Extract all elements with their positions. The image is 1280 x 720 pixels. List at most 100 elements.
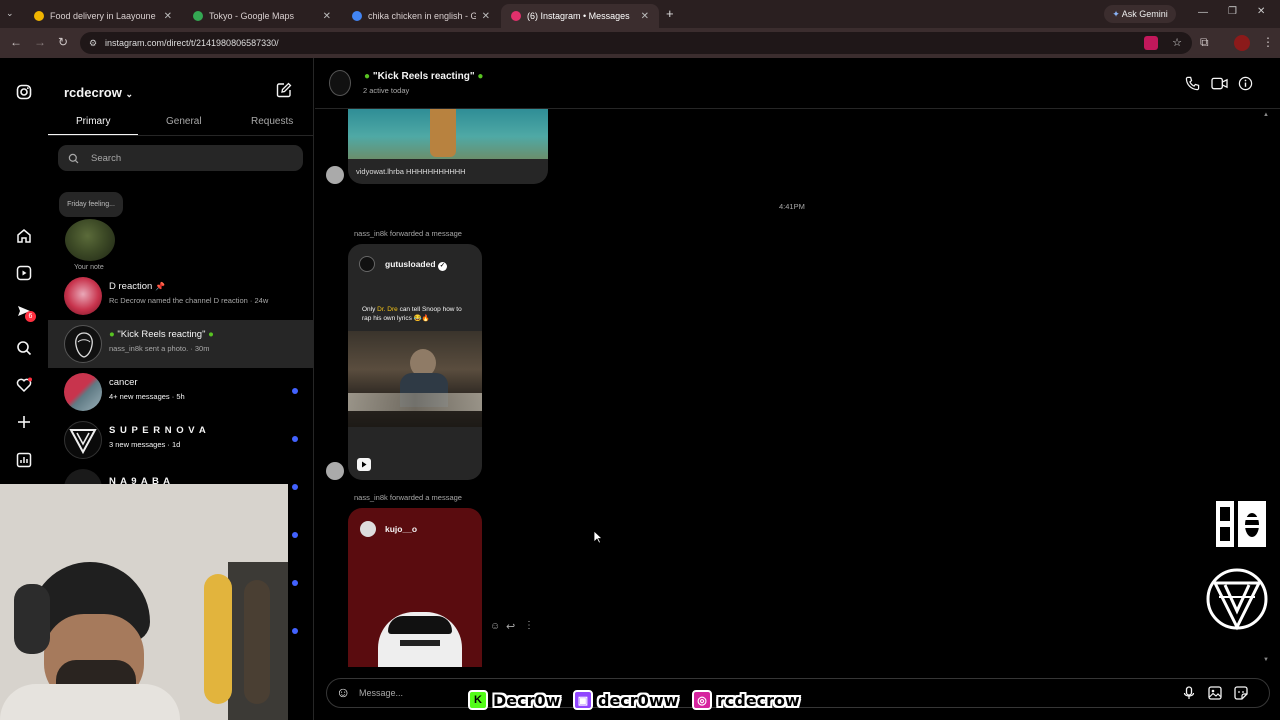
supernova-logo-watermark [1205,563,1269,635]
thread-title[interactable]: ● "Kick Reels reacting" ● [364,71,483,82]
avatar [64,373,102,411]
favicon-icon [193,11,203,21]
post-text: Only Dr. Dre can tell Snoop how to rap h… [362,306,462,322]
close-icon[interactable]: ✕ [641,11,649,22]
conversation-item[interactable]: S U P E R N O V A 3 new messages · 1d [48,416,314,464]
author-avatar [360,521,376,537]
ask-gemini-label: Ask Gemini [1121,9,1168,19]
messenger-icon[interactable]: 6 [15,303,36,323]
tab-primary[interactable]: Primary [76,116,110,127]
sender-avatar[interactable] [326,462,344,480]
post-thumbnail [348,109,548,159]
notification-badge: 6 [25,311,36,322]
message-thread: ● "Kick Reels reacting" ● 2 active today… [315,58,1280,720]
headphones [14,584,50,654]
account-username: rcdecrow [64,85,122,100]
tab-search-icon[interactable]: ⌄ [6,8,14,19]
conversation-item[interactable]: cancer 4+ new messages · 5h [48,368,314,416]
browser-toolbar: ← → ↻ ⚙ instagram.com/direct/t/214198080… [0,28,1280,58]
conversation-item[interactable]: D reaction 📌 Rc Decrow named the channel… [48,272,314,320]
account-switcher[interactable]: rcdecrow ⌄ [64,85,133,100]
close-icon[interactable]: ✕ [482,11,490,22]
react-emoji-icon[interactable]: ☺ [490,621,500,632]
close-icon[interactable]: ✕ [164,11,172,22]
scroll-down-icon[interactable]: ▼ [1263,657,1269,663]
window-close-icon[interactable]: ✕ [1257,6,1265,17]
reply-icon[interactable]: ↩ [506,620,515,633]
browser-tab-active[interactable]: (6) Instagram • Messages ✕ [501,4,659,28]
home-icon[interactable] [15,228,33,248]
browser-tab[interactable]: Food delivery in Laayoune | Glo ✕ [24,4,182,28]
maximize-icon[interactable]: ❐ [1228,6,1237,17]
scroll-up-icon[interactable]: ▲ [1263,112,1269,118]
reels-icon[interactable] [15,265,33,285]
verified-badge-icon: ✓ [437,262,447,271]
kick-logo-icon: K [468,690,488,710]
figure-cap [388,616,452,634]
compose-icon[interactable] [276,82,292,103]
browser-tab[interactable]: Tokyo - Google Maps ✕ [183,4,341,28]
dashboard-icon[interactable] [15,452,33,472]
message-timestamp: 4:41PM [779,202,805,211]
image-upload-icon[interactable] [1208,686,1222,705]
author-avatar [359,256,375,272]
microphone-icon[interactable] [1183,686,1195,705]
group-avatar[interactable] [329,70,351,96]
forward-icon[interactable]: → [34,35,46,49]
figure-shade [400,640,440,646]
profile-avatar[interactable] [1234,35,1250,51]
sender-avatar[interactable] [326,166,344,184]
address-bar[interactable]: ⚙ instagram.com/direct/t/214198080658733… [80,32,1192,54]
extension-icon[interactable] [1144,36,1158,50]
create-plus-icon[interactable] [15,414,33,434]
sticker-icon[interactable] [1234,686,1248,705]
search-icon[interactable] [15,340,33,360]
tab-requests[interactable]: Requests [251,116,293,127]
forwarded-reel-card[interactable]: gutusloaded ✓ Only Dr. Dre can tell Snoo… [348,244,482,480]
instagram-logo-icon[interactable] [15,84,33,104]
unread-dot [292,484,298,490]
forwarded-reel-card[interactable]: kujo__o [348,508,482,667]
post-author[interactable]: gutusloaded ✓ [385,259,447,271]
reel-play-icon [357,458,371,471]
info-icon[interactable] [1238,76,1253,96]
conversation-preview: 4+ new messages · 5h [109,392,185,401]
message-input[interactable]: Message... [359,688,403,698]
post-figure [378,612,462,667]
search-input[interactable]: Search [58,145,303,171]
bookmark-star-icon[interactable]: ☆ [1172,32,1182,54]
post-figure [430,109,456,157]
ask-gemini-button[interactable]: ✦ Ask Gemini [1104,5,1176,23]
green-dot-icon: ● [208,329,214,340]
reload-icon[interactable]: ↻ [58,35,68,49]
green-dot-icon: ● [477,71,484,82]
bee-logo-watermark [1214,499,1268,551]
post-author[interactable]: kujo__o [385,524,417,534]
emoji-icon[interactable]: ☺ [336,684,350,700]
site-info-icon[interactable]: ⚙ [89,32,97,54]
tab-general[interactable]: General [166,116,202,127]
note-bubble[interactable]: Friday feeling... [59,192,123,217]
browser-tab[interactable]: chika chicken in english - Goog ✕ [342,4,500,28]
extensions-puzzle-icon[interactable]: ⧉ [1200,35,1209,50]
new-tab-icon[interactable]: + [666,6,674,21]
note-avatar[interactable] [65,219,115,261]
minimize-icon[interactable]: — [1198,7,1208,18]
conversation-item-selected[interactable]: ● "Kick Reels reacting" ● nass_in8k sent… [48,320,314,368]
phone-icon[interactable] [1185,76,1200,96]
more-options-icon[interactable]: ⋮ [524,620,534,631]
shared-post-card[interactable]: vidyowat.lhrba HHHHHHHHHHH [348,109,548,184]
skateboard-deck [244,580,270,704]
close-icon[interactable]: ✕ [323,11,331,22]
back-icon[interactable]: ← [10,35,22,49]
conversation-name: ● "Kick Reels reacting" ● [109,329,214,340]
mixing-console [348,393,482,411]
menu-kebab-icon[interactable]: ⋮ [1262,35,1274,49]
chevron-down-icon: ⌄ [125,89,133,99]
green-dot-icon: ● [109,329,115,340]
forwarded-label: nass_in8k forwarded a message [354,493,462,502]
tab-title: chika chicken in english - Goog [368,11,476,21]
favicon-icon [34,11,44,21]
heart-icon[interactable] [15,377,33,397]
video-call-icon[interactable] [1211,76,1228,96]
